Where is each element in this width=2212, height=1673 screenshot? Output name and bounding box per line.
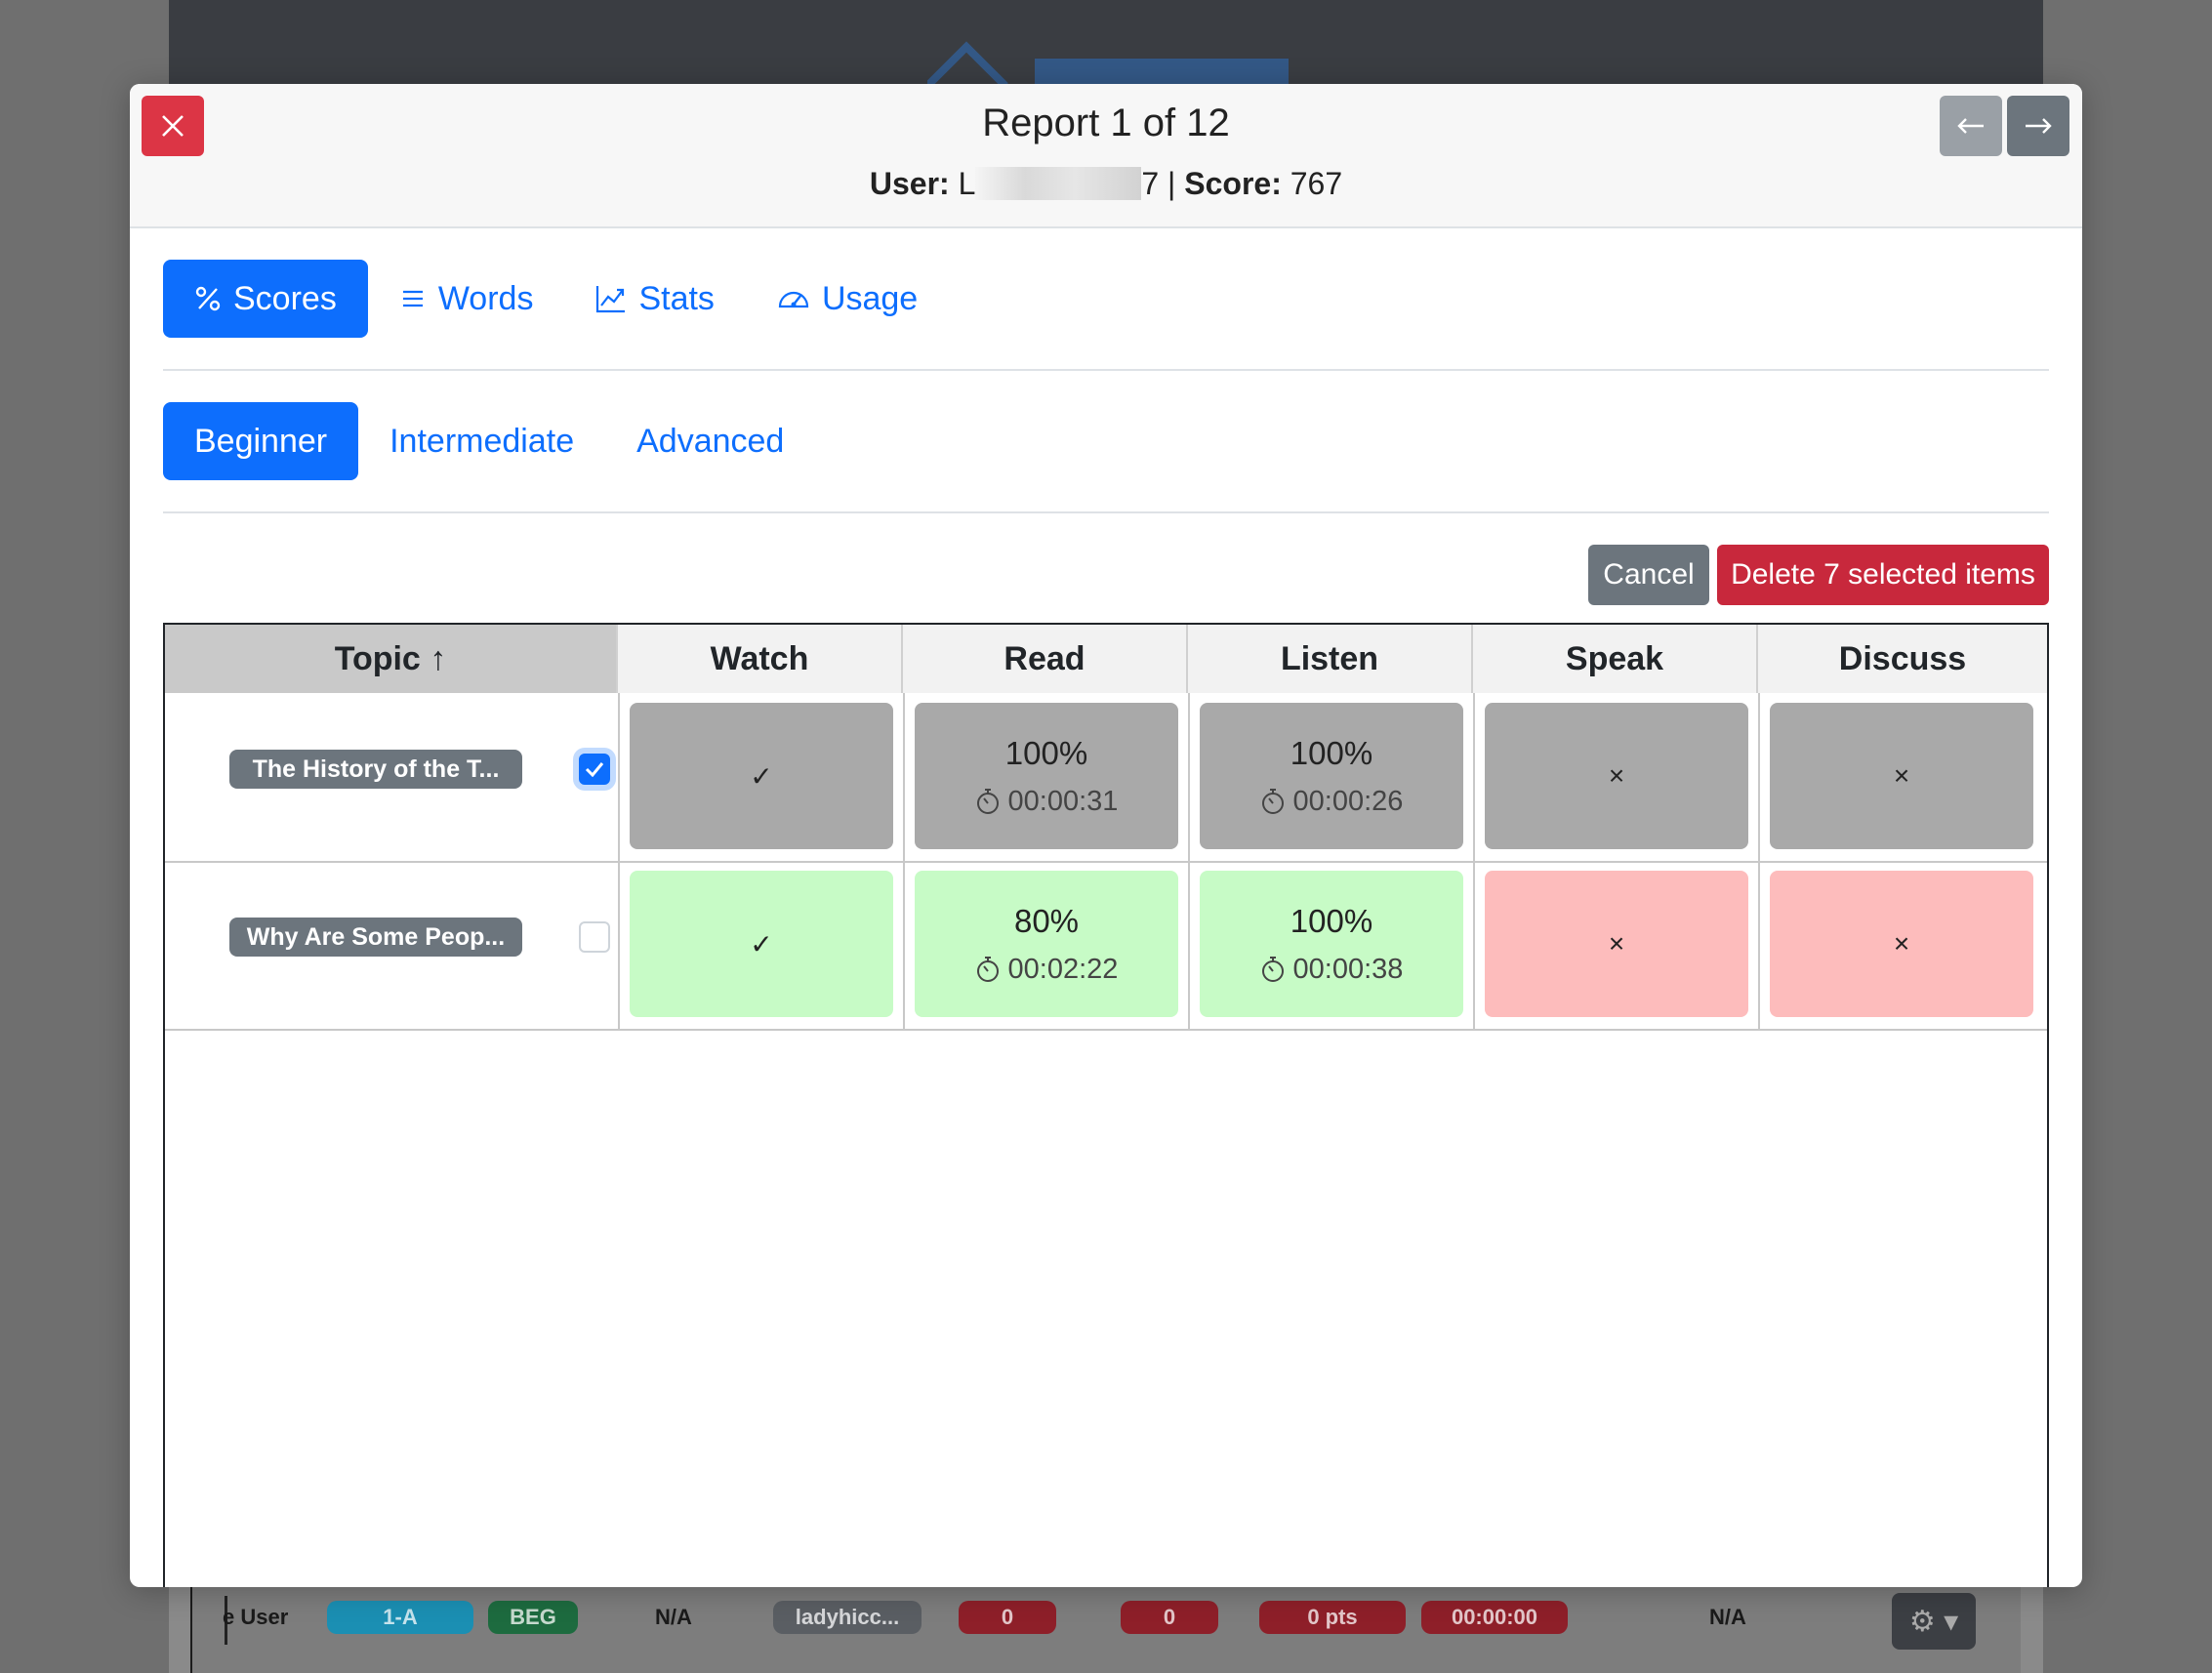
level-divider bbox=[163, 511, 2049, 513]
cancel-button[interactable]: Cancel bbox=[1588, 545, 1709, 605]
listen-cell[interactable]: 100% 00:00:26 bbox=[1200, 703, 1463, 849]
header-watch: Watch bbox=[618, 625, 903, 693]
row-checkbox[interactable] bbox=[579, 921, 610, 953]
score-label: Score: bbox=[1184, 166, 1282, 201]
cross-mark: × bbox=[1893, 760, 1910, 791]
watch-cell[interactable]: ✓ bbox=[630, 703, 893, 849]
discuss-cell[interactable]: × bbox=[1770, 871, 2033, 1017]
stopwatch-icon bbox=[1261, 957, 1284, 982]
list-icon bbox=[402, 290, 423, 307]
tab-intermediate[interactable]: Intermediate bbox=[358, 402, 605, 480]
cross-mark: × bbox=[1608, 928, 1625, 959]
watch-cell[interactable]: ✓ bbox=[630, 871, 893, 1017]
background-value-1: 0 bbox=[959, 1601, 1056, 1634]
arrow-right-icon bbox=[2026, 118, 2052, 134]
percent-icon bbox=[195, 286, 221, 311]
read-cell[interactable]: 100% 00:00:31 bbox=[915, 703, 1178, 849]
tab-beginner[interactable]: Beginner bbox=[163, 402, 359, 480]
tab-words[interactable]: Words bbox=[368, 260, 565, 338]
tab-advanced[interactable]: Advanced bbox=[605, 402, 815, 480]
separator: | bbox=[1167, 166, 1176, 201]
background-na-2: N/A bbox=[1709, 1605, 1746, 1629]
stopwatch-icon bbox=[976, 789, 999, 814]
row-checkbox[interactable] bbox=[579, 754, 610, 785]
user-suffix: 7 bbox=[1141, 166, 1160, 201]
read-cell[interactable]: 80% 00:02:22 bbox=[915, 871, 1178, 1017]
modal-title: Report 1 of 12 bbox=[982, 102, 1230, 144]
report-modal: Report 1 of 12 User: L 7 | Score: 767 Sco… bbox=[130, 84, 2082, 1587]
read-percent: 100% bbox=[1004, 734, 1088, 771]
background-user-text: e User bbox=[223, 1605, 289, 1629]
tab-usage[interactable]: Usage bbox=[746, 260, 949, 338]
tabs-divider bbox=[163, 369, 2049, 371]
row-divider bbox=[165, 1029, 2047, 1031]
tab-words-label: Words bbox=[437, 279, 534, 317]
background-level-badge: BEG bbox=[488, 1601, 578, 1634]
header-topic[interactable]: Topic ↑ bbox=[165, 625, 618, 693]
background-logo bbox=[927, 41, 1289, 86]
read-percent: 80% bbox=[1013, 902, 1080, 939]
listen-cell[interactable]: 100% 00:00:38 bbox=[1200, 871, 1463, 1017]
listen-time: 00:00:26 bbox=[1292, 785, 1404, 817]
background-pts: 0 pts bbox=[1259, 1601, 1406, 1634]
listen-time: 00:00:38 bbox=[1292, 953, 1404, 985]
header-listen: Listen bbox=[1188, 625, 1473, 693]
background-na-1: N/A bbox=[655, 1605, 692, 1629]
background-username-badge: ladyhicc... bbox=[773, 1601, 922, 1634]
scores-table: Topic ↑ Watch Read Listen Speak Discuss … bbox=[163, 623, 2049, 1587]
modal-header: Report 1 of 12 User: L 7 | Score: 767 bbox=[130, 84, 2082, 228]
background-class-badge: 1-A bbox=[327, 1601, 473, 1634]
arrow-left-icon bbox=[1957, 118, 1984, 134]
header-discuss: Discuss bbox=[1758, 625, 2047, 693]
check-mark: ✓ bbox=[750, 760, 773, 792]
tab-stats[interactable]: Stats bbox=[564, 260, 745, 338]
tab-stats-label: Stats bbox=[638, 279, 715, 317]
tab-usage-label: Usage bbox=[821, 279, 919, 317]
check-mark: ✓ bbox=[750, 928, 773, 959]
level-tabs: Beginner Intermediate Advanced bbox=[163, 402, 815, 480]
header-speak: Speak bbox=[1473, 625, 1758, 693]
score-value: 767 bbox=[1290, 166, 1343, 201]
tab-scores[interactable]: Scores bbox=[163, 260, 368, 338]
delete-selected-button[interactable]: Delete 7 selected items bbox=[1717, 545, 2049, 605]
listen-percent: 100% bbox=[1290, 734, 1373, 771]
stopwatch-icon bbox=[1261, 789, 1284, 814]
previous-report-button[interactable] bbox=[1940, 96, 2002, 156]
next-report-button[interactable] bbox=[2007, 96, 2069, 156]
line-chart-icon bbox=[596, 286, 626, 313]
speedometer-icon bbox=[778, 291, 809, 308]
background-value-2: 0 bbox=[1121, 1601, 1218, 1634]
speak-cell[interactable]: × bbox=[1485, 703, 1748, 849]
listen-percent: 100% bbox=[1290, 902, 1373, 939]
topic-badge[interactable]: Why Are Some Peop... bbox=[229, 918, 522, 957]
user-prefix: L bbox=[958, 166, 976, 201]
user-label: User: bbox=[869, 166, 950, 201]
stopwatch-icon bbox=[976, 957, 999, 982]
speak-cell[interactable]: × bbox=[1485, 871, 1748, 1017]
main-tabs: Scores Words Stats Usage bbox=[163, 260, 949, 338]
check-icon bbox=[585, 762, 604, 777]
background-gear-icon[interactable]: ⚙ ▾ bbox=[1892, 1593, 1976, 1650]
discuss-cell[interactable]: × bbox=[1770, 703, 2033, 849]
background-time: 00:00:00 bbox=[1421, 1601, 1568, 1634]
topic-badge[interactable]: The History of the T... bbox=[229, 750, 522, 789]
tab-scores-label: Scores bbox=[233, 279, 337, 317]
read-time: 00:00:31 bbox=[1007, 785, 1119, 817]
modal-subtitle: User: L 7 | Score: 767 bbox=[130, 166, 2082, 202]
cross-mark: × bbox=[1608, 760, 1625, 791]
cross-mark: × bbox=[1893, 928, 1910, 959]
redacted-username bbox=[975, 167, 1142, 200]
row-divider bbox=[165, 861, 2047, 863]
header-read: Read bbox=[903, 625, 1188, 693]
read-time: 00:02:22 bbox=[1007, 953, 1119, 985]
